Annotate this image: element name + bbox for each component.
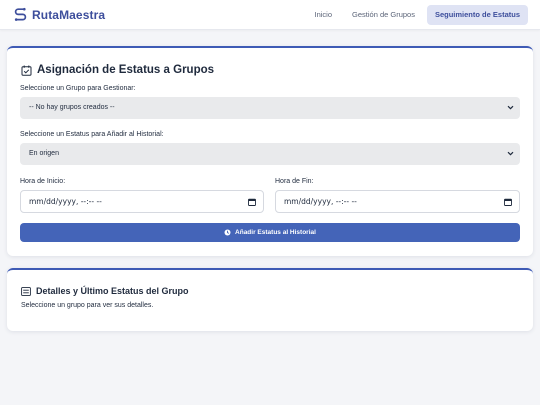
start-time-value: mm/dd/yyyy, --:-- -- xyxy=(29,197,102,206)
end-time-input[interactable]: mm/dd/yyyy, --:-- -- xyxy=(275,190,520,213)
list-icon xyxy=(21,286,31,296)
status-select[interactable]: En origen xyxy=(20,143,520,165)
status-card-header: Asignación de Estatus a Grupos xyxy=(21,64,214,76)
route-icon xyxy=(14,7,27,21)
status-select-label: Seleccione un Estatus para Añadir al His… xyxy=(20,131,164,138)
calendar-icon[interactable] xyxy=(504,198,512,206)
calendar-check-icon xyxy=(21,65,32,76)
add-status-button-label: Añadir Estatus al Historial xyxy=(235,229,316,236)
chevron-down-icon xyxy=(507,151,514,156)
start-time-input[interactable]: mm/dd/yyyy, --:-- -- xyxy=(20,190,264,213)
nav-link-inicio[interactable]: Inicio xyxy=(307,5,341,25)
calendar-icon[interactable] xyxy=(248,198,256,206)
details-hint: Seleccione un grupo para ver sus detalle… xyxy=(21,302,154,309)
nav-link-gestion-grupos[interactable]: Gestión de Grupos xyxy=(344,5,423,25)
nav-links: Inicio Gestión de Grupos Seguimiento de … xyxy=(307,5,528,25)
group-select[interactable]: -- No hay grupos creados -- xyxy=(20,97,520,119)
brand-name: RutaMaestra xyxy=(32,7,106,22)
nav-link-seguimiento-estatus[interactable]: Seguimiento de Estatus xyxy=(426,5,528,25)
status-card-title: Asignación de Estatus a Grupos xyxy=(37,64,215,76)
clock-icon xyxy=(224,229,231,236)
navbar: RutaMaestra Inicio Gestión de Grupos Seg… xyxy=(0,0,540,30)
details-card-header: Detalles y Último Estatus del Grupo xyxy=(21,286,189,296)
chevron-down-icon xyxy=(507,105,514,110)
status-assignment-card: Asignación de Estatus a Grupos Seleccion… xyxy=(7,46,533,256)
group-select-value: -- No hay grupos creados -- xyxy=(29,104,115,111)
end-time-label: Hora de Fin: xyxy=(275,178,314,185)
add-status-button[interactable]: Añadir Estatus al Historial xyxy=(20,223,520,242)
group-details-card: Detalles y Último Estatus del Grupo Sele… xyxy=(7,268,533,331)
group-select-label: Seleccione un Grupo para Gestionar: xyxy=(20,85,136,92)
start-time-label: Hora de Inicio: xyxy=(20,178,66,185)
details-card-title: Detalles y Último Estatus del Grupo xyxy=(36,286,189,296)
brand-logo[interactable]: RutaMaestra xyxy=(14,7,105,22)
end-time-value: mm/dd/yyyy, --:-- -- xyxy=(284,197,357,206)
status-select-value: En origen xyxy=(29,150,59,157)
